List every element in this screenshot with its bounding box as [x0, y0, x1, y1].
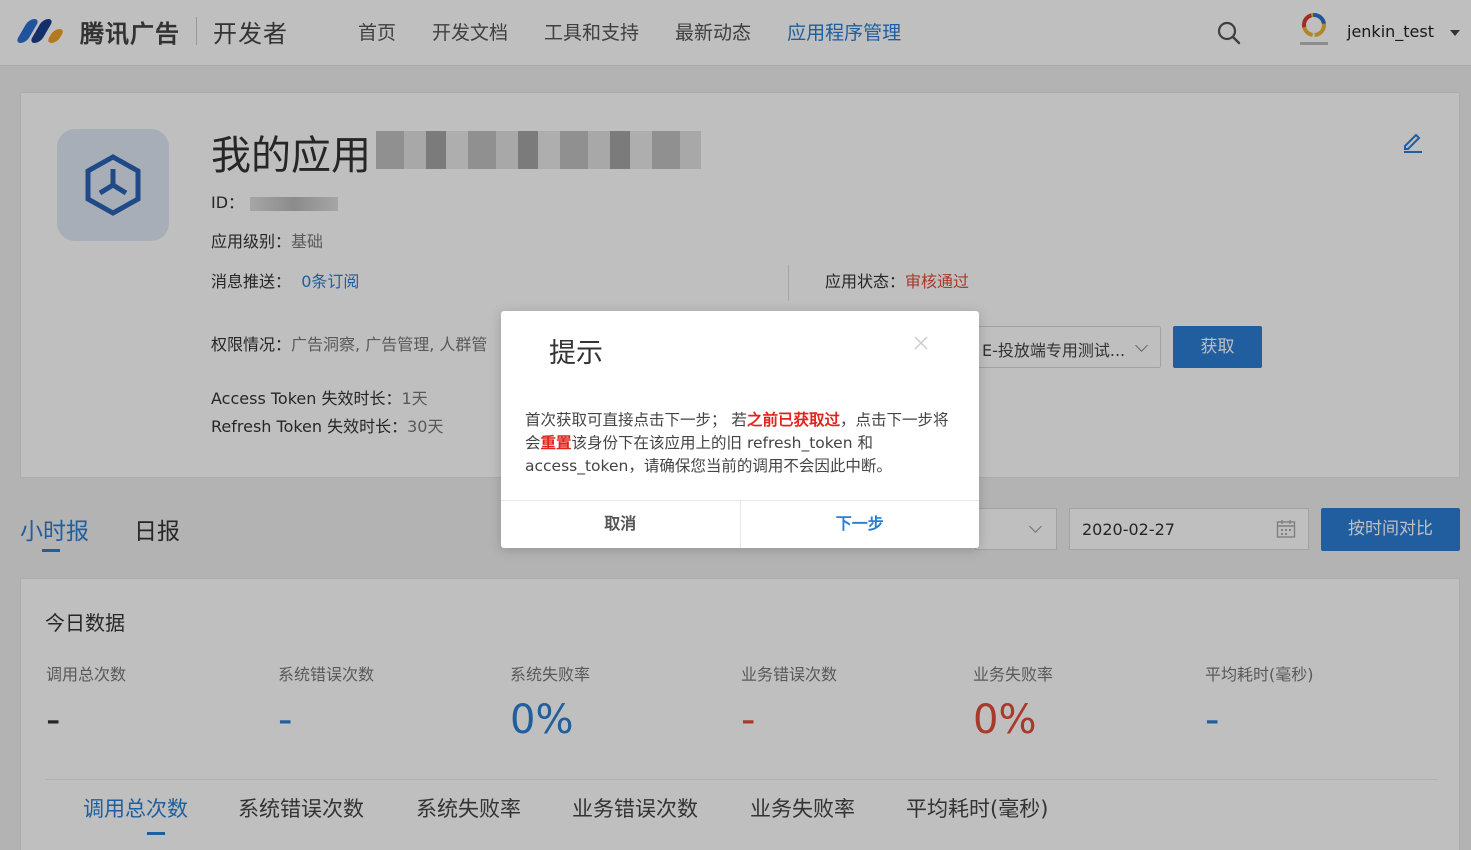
dialog-footer: 取消 下一步 — [501, 500, 979, 548]
dialog-text-1: 首次获取可直接点击下一步； 若 — [525, 411, 747, 429]
close-icon[interactable] — [911, 333, 931, 353]
next-step-button[interactable]: 下一步 — [741, 501, 980, 548]
dialog-emphasis-reset: 重置 — [540, 434, 572, 452]
confirm-dialog: 提示 首次获取可直接点击下一步； 若之前已获取过，点击下一步将会重置该身份下在该… — [501, 311, 979, 548]
cancel-button[interactable]: 取消 — [501, 501, 741, 548]
dialog-text-3: 该身份下在该应用上的旧 refresh_token 和 access_token… — [525, 434, 892, 475]
dialog-title: 提示 — [549, 338, 603, 369]
dialog-emphasis-previously-obtained: 之前已获取过 — [746, 411, 840, 429]
dialog-message: 首次获取可直接点击下一步； 若之前已获取过，点击下一步将会重置该身份下在该应用上… — [525, 409, 955, 478]
